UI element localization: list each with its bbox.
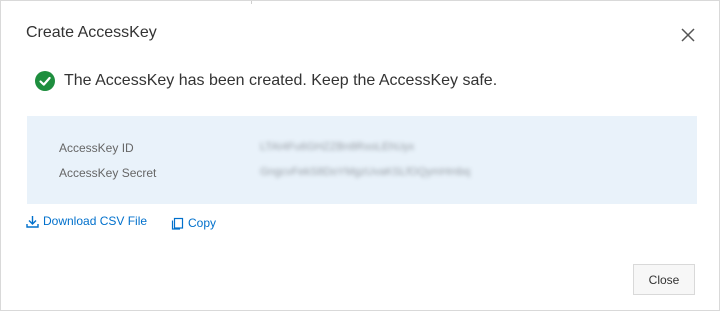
success-message: The AccessKey has been created. Keep the… <box>64 72 498 89</box>
success-message-row: The AccessKey has been created. Keep the… <box>35 69 497 93</box>
download-csv-label: Download CSV File <box>43 214 148 228</box>
accesskey-panel: AccessKey ID LTAI4Fu6GHZZBn8RxoLEhUyx Ac… <box>27 116 697 204</box>
accesskey-secret-value: GngcvFekS8DoYMgzUvaKSLfOQymHmbq <box>260 166 471 178</box>
close-icon[interactable] <box>678 25 698 45</box>
accesskey-id-value: LTAI4Fu6GHZZBn8RxoLEhUyx <box>260 141 415 153</box>
download-icon <box>26 215 39 228</box>
divider <box>251 1 252 4</box>
copy-label: Copy <box>188 216 217 230</box>
create-accesskey-dialog: Create AccessKey The AccessKey has been … <box>0 0 720 311</box>
dialog-title: Create AccessKey <box>26 24 157 41</box>
copy-link[interactable]: Copy <box>171 216 216 230</box>
accesskey-secret-label: AccessKey Secret <box>59 166 157 180</box>
accesskey-id-label: AccessKey ID <box>59 141 134 155</box>
download-csv-link[interactable]: Download CSV File <box>26 214 147 228</box>
close-button[interactable]: Close <box>633 264 695 295</box>
copy-icon <box>171 217 184 230</box>
check-circle-icon <box>35 71 55 91</box>
